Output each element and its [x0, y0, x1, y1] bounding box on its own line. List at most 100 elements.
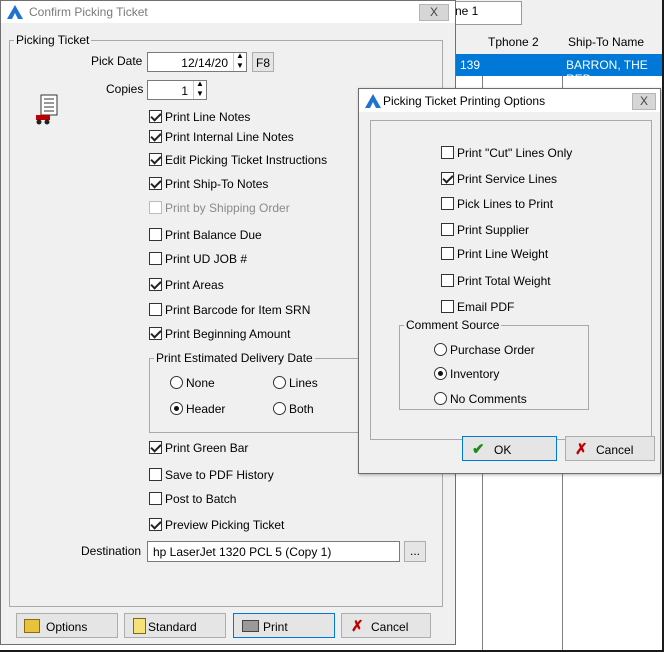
print-by-shipping-order-checkbox: [149, 201, 162, 214]
delivery-both-radio[interactable]: [273, 402, 286, 415]
destination-label: Destination: [81, 544, 142, 558]
document-icon: [133, 618, 146, 634]
date-spinner[interactable]: ▲ ▼: [233, 51, 246, 71]
print-line-notes-checkbox[interactable]: [149, 110, 162, 123]
print-service-lines-label: Print Service Lines: [457, 172, 558, 186]
pick-date-label: Pick Date: [91, 54, 143, 68]
edit-picking-ticket-instructions-label: Edit Picking Ticket Instructions: [165, 153, 328, 167]
options-title: Picking Ticket Printing Options: [383, 94, 546, 108]
post-to-batch-label: Post to Batch: [165, 492, 237, 506]
options-button[interactable]: Options: [16, 613, 118, 638]
grid-header-tphone2[interactable]: Tphone 2: [482, 30, 563, 55]
delivery-date-group: Print Estimated Delivery Date: [149, 351, 366, 433]
preview-picking-ticket-label: Preview Picking Ticket: [165, 518, 285, 532]
post-to-batch-checkbox[interactable]: [149, 492, 162, 505]
print-line-weight-checkbox[interactable]: [441, 247, 454, 260]
print-total-weight-label: Print Total Weight: [457, 274, 551, 288]
cancel-x-icon: ✗: [351, 618, 364, 635]
comment-inventory-label: Inventory: [450, 367, 500, 381]
print-service-lines-checkbox[interactable]: [441, 172, 454, 185]
delivery-lines-label: Lines: [289, 376, 318, 390]
print-barcode-checkbox[interactable]: [149, 303, 162, 316]
email-pdf-label: Email PDF: [457, 300, 515, 314]
print-internal-line-notes-checkbox[interactable]: [149, 130, 162, 143]
print-cut-lines-only-checkbox[interactable]: [441, 146, 454, 159]
save-to-pdf-history-label: Save to PDF History: [165, 468, 274, 482]
comment-purchase-order-radio[interactable]: [434, 343, 447, 356]
print-balance-due-label: Print Balance Due: [165, 228, 262, 242]
copies-spinner[interactable]: ▲ ▼: [193, 79, 206, 99]
delivery-header-label: Header: [186, 402, 226, 416]
comment-no-comments-label: No Comments: [450, 392, 527, 406]
cancel-x-icon: ✗: [575, 441, 588, 458]
delivery-both-label: Both: [289, 402, 314, 416]
close-icon[interactable]: X: [632, 93, 656, 110]
f8-button[interactable]: F8: [252, 52, 274, 72]
spin-down-icon[interactable]: ▼: [196, 89, 204, 98]
dialog-title-bar[interactable]: Confirm Picking Ticket X: [1, 1, 455, 23]
comment-source-label: Comment Source: [406, 318, 500, 332]
print-supplier-checkbox[interactable]: [441, 223, 454, 236]
delivery-header-radio[interactable]: [170, 402, 183, 415]
print-total-weight-checkbox[interactable]: [441, 274, 454, 287]
print-line-notes-label: Print Line Notes: [165, 110, 251, 124]
ok-button[interactable]: ✔ OK: [462, 436, 557, 461]
print-barcode-label: Print Barcode for Item SRN: [165, 303, 311, 317]
background-field[interactable]: ne 1: [452, 1, 522, 25]
destination-browse-button[interactable]: ...: [404, 541, 426, 562]
grid-header-blank: [456, 30, 483, 55]
print-by-shipping-order-label: Print by Shipping Order: [165, 201, 290, 215]
print-ship-to-notes-checkbox[interactable]: [149, 177, 162, 190]
delivery-group-label: Print Estimated Delivery Date: [156, 351, 313, 365]
destination-input[interactable]: hp LaserJet 1320 PCL 5 (Copy 1): [147, 541, 400, 562]
spin-up-icon[interactable]: ▲: [236, 51, 244, 60]
print-internal-line-notes-label: Print Internal Line Notes: [165, 130, 294, 144]
copies-label: Copies: [106, 82, 144, 96]
spin-up-icon[interactable]: ▲: [196, 79, 204, 88]
pick-lines-to-print-label: Pick Lines to Print: [457, 197, 554, 211]
grid-selected-row[interactable]: 139 BARRON, THE RED: [456, 54, 664, 86]
print-green-bar-checkbox[interactable]: [149, 441, 162, 454]
save-to-pdf-history-checkbox[interactable]: [149, 468, 162, 481]
print-cut-lines-only-label: Print "Cut" Lines Only: [457, 146, 573, 160]
print-line-weight-label: Print Line Weight: [457, 247, 549, 261]
dialog-title: Confirm Picking Ticket: [29, 5, 148, 19]
print-ud-job-label: Print UD JOB #: [165, 252, 248, 266]
delivery-none-radio[interactable]: [170, 376, 183, 389]
printing-options-dialog: Picking Ticket Printing Options X Print …: [358, 88, 661, 474]
check-icon: ✔: [472, 441, 485, 458]
print-balance-due-checkbox[interactable]: [149, 228, 162, 241]
grid-header-shipto[interactable]: Ship-To Name: [562, 30, 664, 55]
folder-icon: [24, 619, 40, 633]
cancel-button[interactable]: ✗ Cancel: [341, 613, 431, 638]
comment-purchase-order-label: Purchase Order: [450, 343, 535, 357]
edit-picking-ticket-instructions-checkbox[interactable]: [149, 153, 162, 166]
options-title-bar[interactable]: Picking Ticket Printing Options X: [359, 89, 660, 112]
group-label: Picking Ticket: [16, 33, 90, 47]
close-icon[interactable]: X: [419, 4, 449, 21]
preview-picking-ticket-checkbox[interactable]: [149, 518, 162, 531]
picking-ticket-icon: [36, 94, 58, 125]
print-button[interactable]: Print: [233, 613, 335, 638]
print-areas-label: Print Areas: [165, 278, 224, 292]
app-logo-icon: [7, 5, 23, 19]
app-logo-icon: [365, 94, 381, 108]
pick-lines-to-print-checkbox[interactable]: [441, 197, 454, 210]
delivery-lines-radio[interactable]: [273, 376, 286, 389]
printer-icon: [242, 620, 259, 632]
print-green-bar-label: Print Green Bar: [165, 441, 249, 455]
print-beginning-amount-label: Print Beginning Amount: [165, 327, 291, 341]
comment-inventory-radio[interactable]: [434, 367, 447, 380]
print-supplier-label: Print Supplier: [457, 223, 530, 237]
pick-date-input[interactable]: 12/14/20 ▲ ▼: [147, 51, 247, 72]
print-ud-job-checkbox[interactable]: [149, 252, 162, 265]
print-beginning-amount-checkbox[interactable]: [149, 327, 162, 340]
options-cancel-button[interactable]: ✗ Cancel: [565, 436, 655, 461]
standard-button[interactable]: Standard: [124, 613, 226, 638]
email-pdf-checkbox[interactable]: [441, 300, 454, 313]
copies-input[interactable]: 1 ▲ ▼: [147, 79, 207, 100]
spin-down-icon[interactable]: ▼: [236, 61, 244, 70]
comment-no-comments-radio[interactable]: [434, 392, 447, 405]
delivery-none-label: None: [186, 376, 215, 390]
print-areas-checkbox[interactable]: [149, 278, 162, 291]
